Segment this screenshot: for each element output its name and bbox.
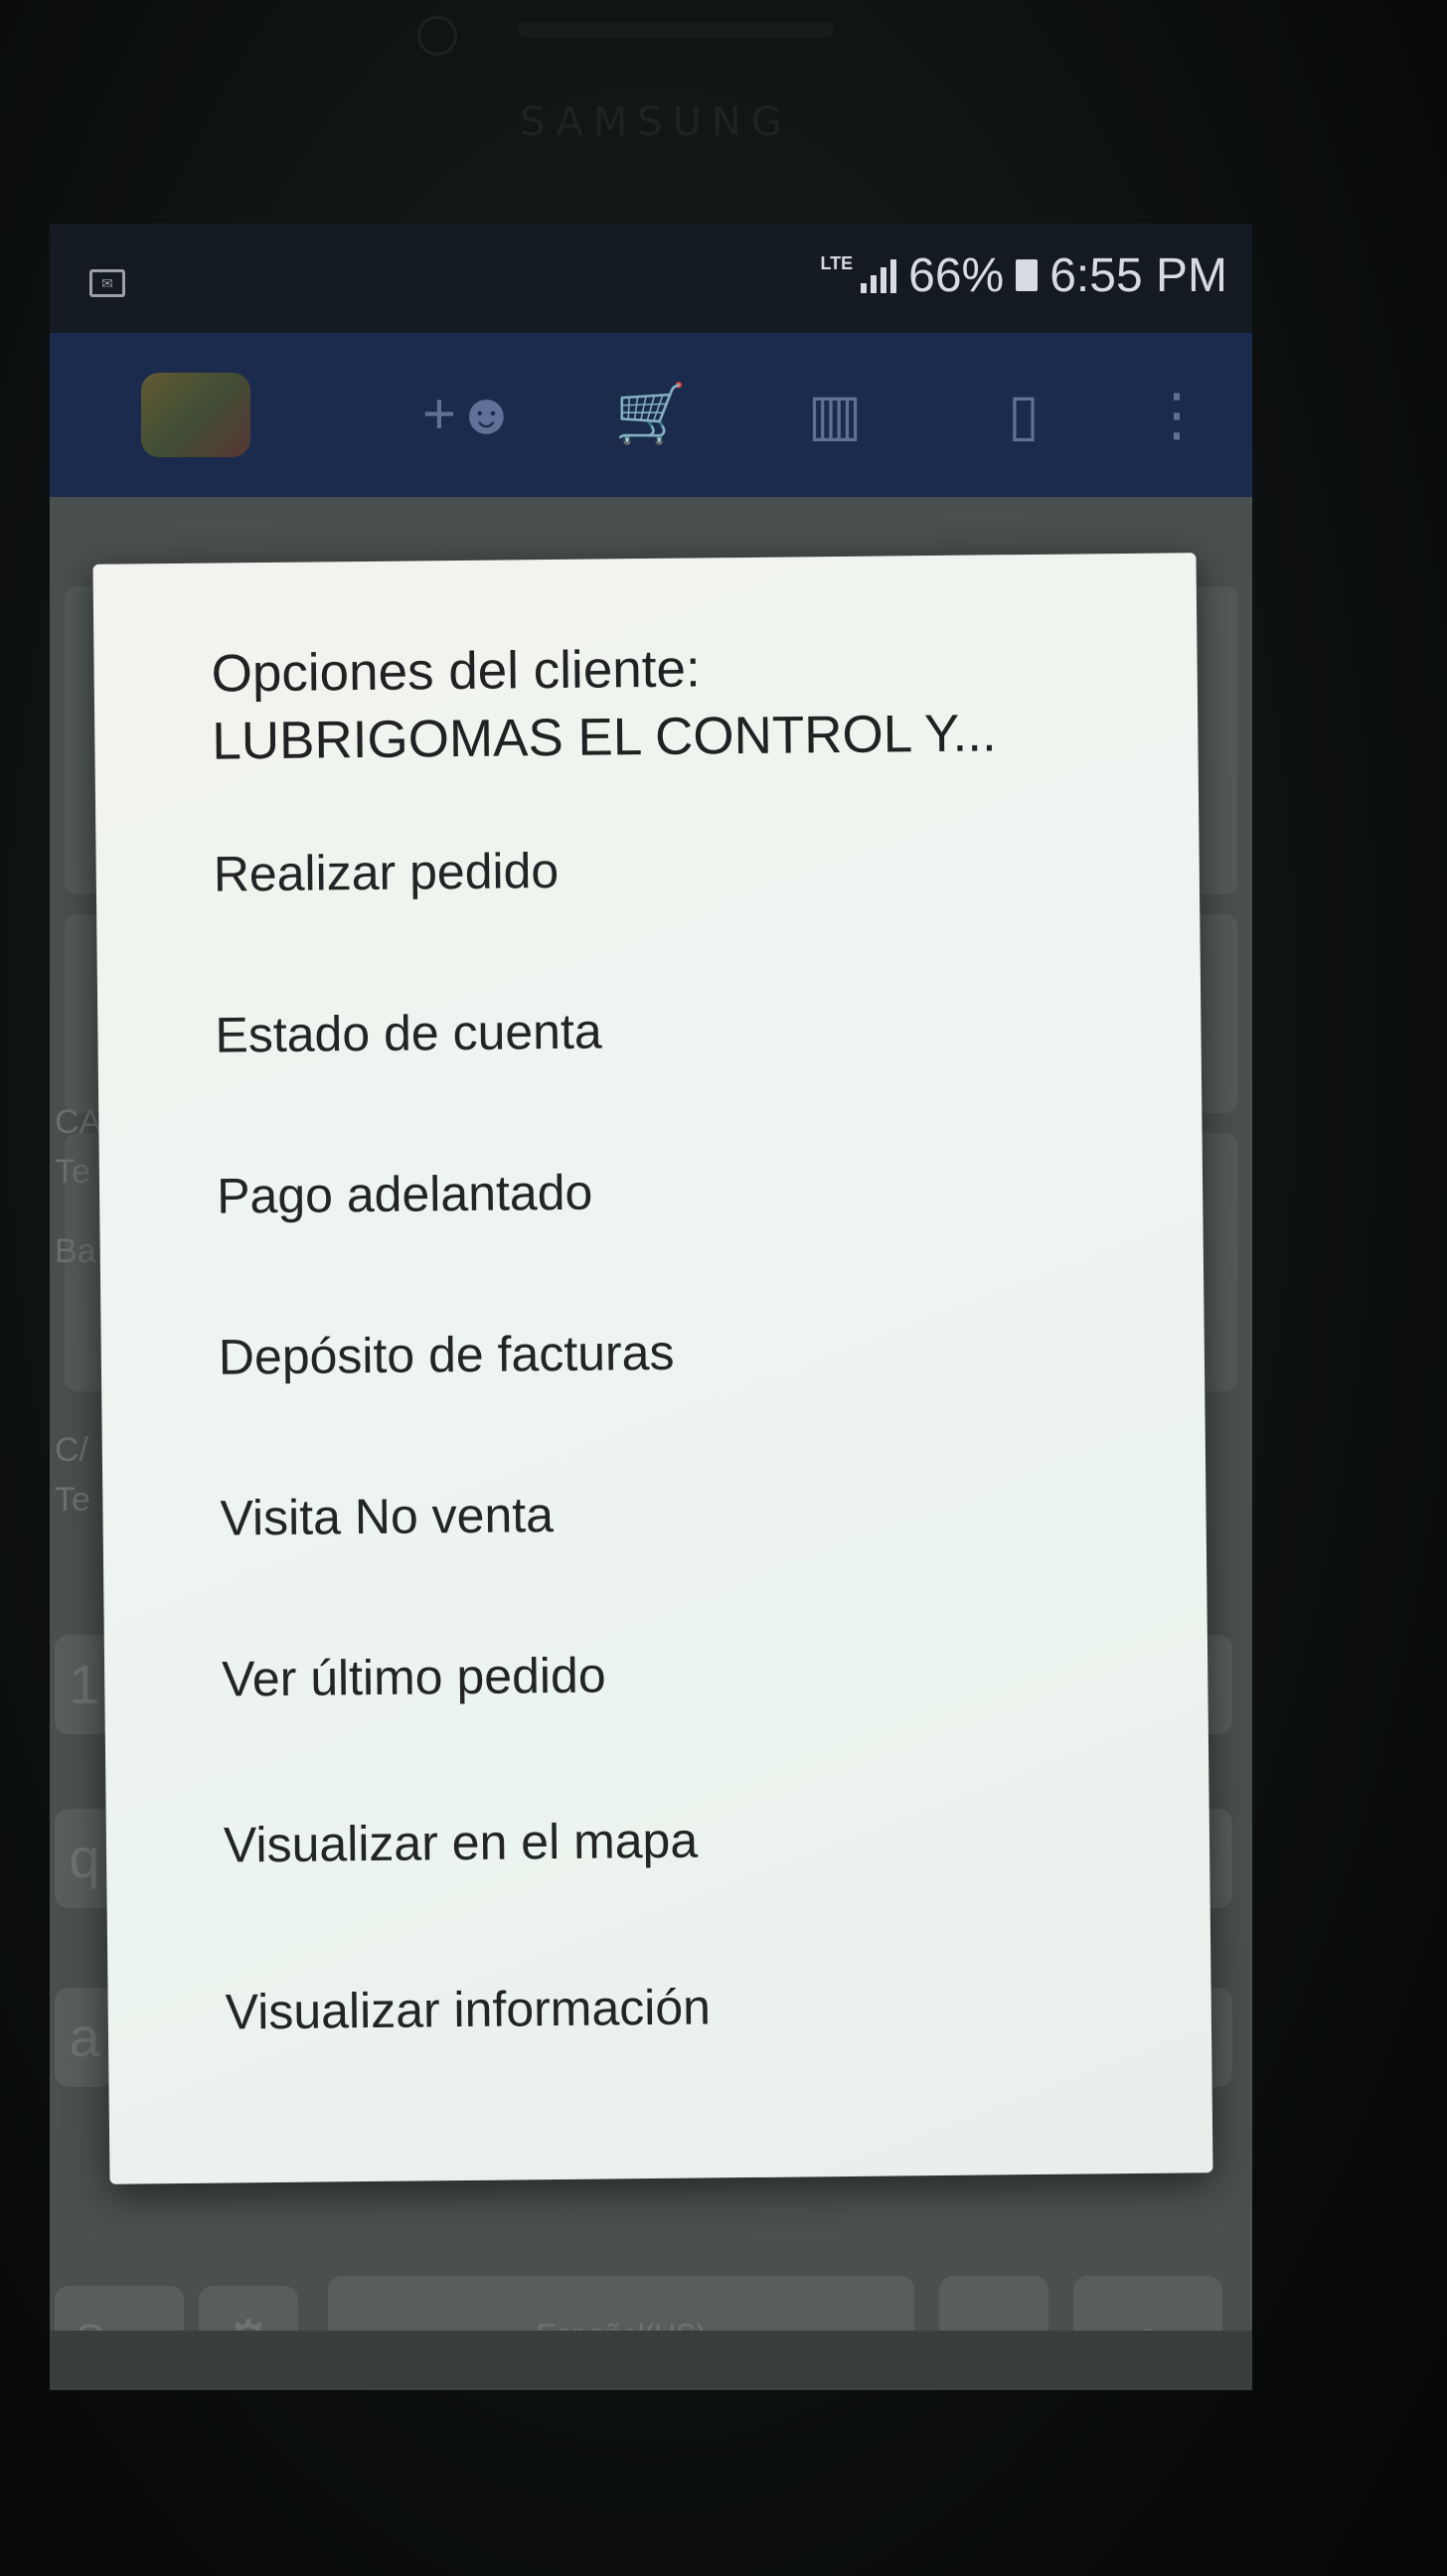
menu-item-realizar-pedido[interactable]: Realizar pedido: [213, 815, 1108, 923]
menu-item-estado-de-cuenta[interactable]: Estado de cuenta: [215, 976, 1110, 1084]
overflow-menu-icon[interactable]: ⋮: [1148, 381, 1206, 450]
background-text: CA: [55, 1103, 102, 1141]
earpiece-speaker: [517, 22, 835, 38]
dialog-title: Opciones del cliente: LUBRIGOMAS EL CONT…: [211, 631, 1106, 775]
dialog-client-name: LUBRIGOMAS EL CONTROL Y...: [212, 704, 997, 771]
background-text: C/: [55, 1431, 88, 1469]
menu-item-ver-ultimo-pedido[interactable]: Ver último pedido: [222, 1620, 1117, 1728]
app-toolbar: +☻ 🛒 ▥ ▯ ⋮: [50, 333, 1252, 497]
network-type: LTE: [820, 253, 854, 273]
status-indicators: LTE 66% 6:55 PM: [820, 245, 1227, 305]
signal-strength-icon: [861, 257, 897, 293]
battery-icon: [1016, 259, 1039, 291]
add-client-icon[interactable]: +☻: [422, 381, 517, 450]
background-text: Ba: [55, 1232, 96, 1270]
client-options-dialog: Opciones del cliente: LUBRIGOMAS EL CONT…: [92, 553, 1213, 2184]
menu-item-visita-no-venta[interactable]: Visita No venta: [220, 1459, 1115, 1567]
device-brand: SAMSUNG: [520, 99, 792, 145]
background-text: Te: [55, 1153, 90, 1191]
dialog-title-line: Opciones del cliente:: [211, 639, 701, 704]
menu-item-deposito-de-facturas[interactable]: Depósito de facturas: [218, 1298, 1113, 1406]
menu-item-visualizar-informacion[interactable]: Visualizar información: [225, 1953, 1120, 2061]
battery-percent: 66%: [908, 248, 1005, 302]
notification-icon: ✉: [89, 269, 125, 297]
menu-item-pago-adelantado[interactable]: Pago adelantado: [217, 1137, 1112, 1245]
barcode-icon[interactable]: ▥: [790, 381, 880, 450]
phone-frame: SAMSUNG ✉ LTE 66% 6:55 PM +☻ 🛒 ▥ ▯ ⋮ CA …: [0, 0, 1447, 2576]
background-text: Te: [55, 1481, 90, 1519]
document-icon[interactable]: ▯: [979, 381, 1068, 450]
front-camera: [417, 16, 457, 56]
screen: ✉ LTE 66% 6:55 PM +☻ 🛒 ▥ ▯ ⋮ CA Te Ba C/…: [50, 224, 1252, 2390]
menu-item-visualizar-en-el-mapa[interactable]: Visualizar en el mapa: [223, 1786, 1118, 1894]
app-logo: [141, 373, 250, 457]
status-bar: ✉ LTE 66% 6:55 PM: [50, 224, 1252, 333]
keyboard-key[interactable]: a: [55, 1988, 114, 2087]
clock: 6:55 PM: [1049, 248, 1227, 302]
cart-icon[interactable]: 🛒: [606, 381, 696, 450]
navigation-bar: [50, 2331, 1252, 2390]
